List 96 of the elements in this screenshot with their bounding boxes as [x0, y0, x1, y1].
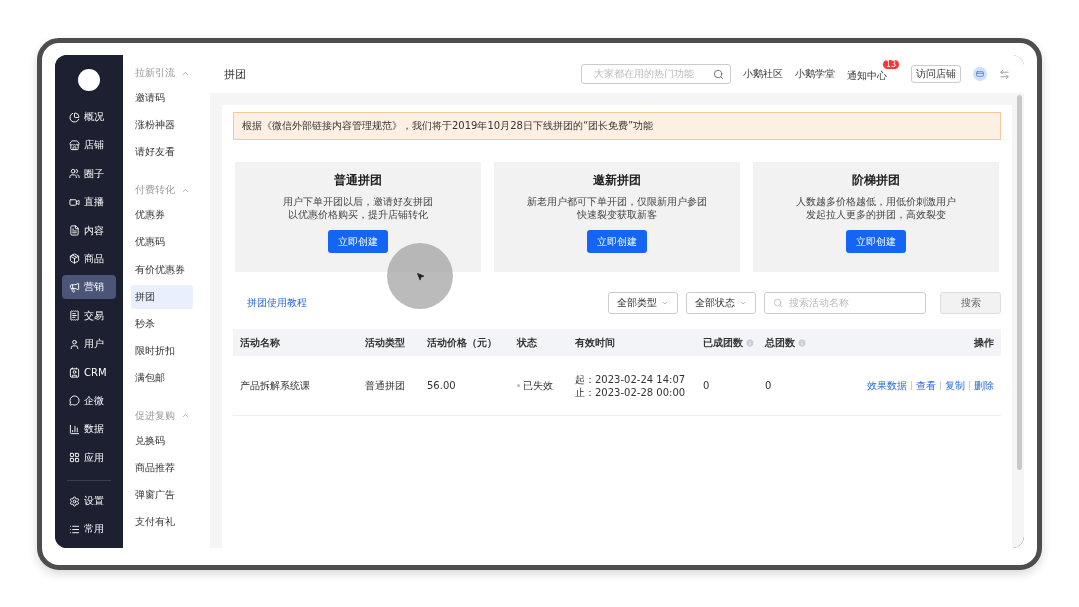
table-cell-text: 0	[765, 379, 773, 392]
pointer-icon	[415, 271, 425, 281]
count-badge: 13	[882, 59, 899, 69]
table-cell-text: 普通拼团	[365, 379, 406, 392]
column-header: 已成团数	[703, 335, 743, 350]
visit-store-button[interactable]: 访问店铺	[911, 65, 961, 83]
people-icon	[69, 168, 80, 180]
info-icon[interactable]	[797, 337, 807, 348]
nav-item[interactable]: CRM	[62, 360, 116, 385]
submenu-item[interactable]: 有价优惠券	[131, 257, 193, 282]
scrollbar[interactable]	[1017, 95, 1022, 470]
column-header: 活动类型	[365, 335, 405, 350]
pie-chart-icon	[69, 111, 80, 123]
document-icon	[69, 225, 80, 237]
group-title: 付费转化	[135, 183, 175, 198]
submenu-item[interactable]: 支付有礼	[131, 510, 193, 535]
nav-item[interactable]: 应用	[62, 445, 116, 470]
contact-icon	[69, 367, 80, 378]
create-button[interactable]: 立即创建	[328, 230, 388, 253]
card-title: 普通拼团	[334, 172, 382, 189]
action-link[interactable]: 查看	[916, 378, 936, 393]
card-description: 新老用户都可下单开团，仅限新用户参团 快速裂变获取新客	[527, 195, 707, 221]
column-header: 活动价格（元）	[427, 335, 497, 350]
table-cell-text: 产品拆解系统课	[240, 379, 311, 392]
nav-item[interactable]: 圈子	[62, 161, 116, 186]
grid-icon	[69, 452, 80, 464]
bar-chart-icon	[69, 423, 80, 435]
page-title: 拼团	[224, 66, 247, 82]
list-icon	[69, 523, 80, 535]
card-description: 用户下单开团以后，邀请好友拼团 以优惠价格购买，提升店铺转化	[283, 195, 433, 221]
receipt-icon	[69, 310, 80, 322]
submenu-item[interactable]: 弹窗广告	[131, 483, 193, 508]
nav-item[interactable]: 数据	[62, 417, 116, 442]
tutorial-link[interactable]: 拼团使用教程	[247, 296, 600, 310]
chat-icon	[69, 395, 80, 407]
nav-item[interactable]: 设置	[62, 489, 116, 514]
submenu-item[interactable]: 优惠券	[131, 203, 193, 228]
search-icon	[773, 298, 783, 308]
card-description: 人数越多价格越低，用低价刺激用户 发起拉人更多的拼团，高效裂变	[796, 195, 956, 221]
user-icon	[69, 338, 80, 350]
logo-icon	[78, 69, 100, 91]
switch-icon[interactable]	[999, 68, 1010, 80]
column-header: 总团数	[765, 335, 795, 350]
box-icon	[69, 253, 80, 265]
settings-icon	[69, 495, 80, 507]
card-title: 邀新拼团	[593, 172, 641, 189]
submenu-item[interactable]: 邀请码	[131, 86, 193, 111]
submenu-item[interactable]: 拼团	[131, 284, 193, 309]
card-title: 阶梯拼团	[852, 172, 900, 189]
chevron-down-icon	[739, 299, 747, 307]
create-button[interactable]: 立即创建	[846, 230, 906, 253]
group-title: 拉新引流	[135, 66, 175, 80]
group-title: 促进复购	[135, 408, 175, 423]
table-cell-text: 0	[703, 379, 711, 392]
chevron-down-icon	[661, 299, 669, 307]
nav-item[interactable]: 企微	[62, 388, 116, 413]
submenu-item[interactable]: 秒杀	[131, 311, 193, 336]
submenu-item[interactable]: 涨粉神器	[131, 113, 193, 138]
filter-dropdown[interactable]: 全部状态	[686, 292, 756, 314]
nav-item[interactable]: 营销	[62, 275, 116, 300]
nav-item[interactable]: 用户	[62, 332, 116, 357]
submenu-item[interactable]: 优惠码	[131, 230, 193, 255]
nav-item[interactable]: 内容	[62, 218, 116, 243]
table-cell-text: 56.00	[427, 379, 457, 392]
table-cell-text: 起：2023-02-24 14:07 止：2023-02-28 00:00	[575, 372, 687, 399]
nav-item[interactable]: 店铺	[62, 133, 116, 158]
megaphone-icon	[69, 281, 80, 293]
submenu-item[interactable]: 商品推荐	[131, 456, 193, 481]
header-link[interactable]: 小鹅学堂	[794, 67, 835, 81]
nav-item[interactable]: 交易	[62, 303, 116, 328]
column-header: 状态	[517, 335, 537, 350]
submenu-item[interactable]: 限时折扣	[131, 338, 193, 363]
submenu-item[interactable]: 兑换码	[131, 429, 193, 454]
nav-item[interactable]: 概况	[62, 105, 116, 129]
info-icon[interactable]	[745, 337, 755, 348]
nav-item[interactable]: 商品	[62, 246, 116, 271]
store-icon	[69, 139, 80, 151]
column-header: 操作	[974, 335, 994, 350]
create-button[interactable]: 立即创建	[587, 230, 647, 253]
column-header: 有效时间	[575, 335, 615, 350]
action-link[interactable]: 复制	[945, 378, 965, 393]
status-text: 已失效	[523, 378, 553, 393]
header-link[interactable]: 小鹅社区	[742, 67, 783, 81]
column-header: 活动名称	[240, 335, 280, 350]
submenu-item[interactable]: 满包邮	[131, 365, 193, 390]
avatar-icon[interactable]	[973, 67, 987, 81]
search-icon	[712, 68, 724, 80]
nav-item[interactable]: 直播	[62, 190, 116, 215]
action-link[interactable]: 效果数据	[867, 378, 907, 393]
video-icon	[69, 196, 80, 208]
submenu-item[interactable]: 请好友看	[131, 140, 193, 165]
filter-dropdown[interactable]: 全部类型	[608, 292, 678, 314]
search-button[interactable]: 搜索	[940, 292, 1001, 314]
action-link[interactable]: 删除	[974, 378, 994, 393]
nav-item[interactable]: 常用	[62, 517, 116, 542]
notice-banner: 根据《微信外部链接内容管理规范》，我们将于2019年10月28日下线拼团的“团长免费”功能	[233, 112, 1001, 140]
